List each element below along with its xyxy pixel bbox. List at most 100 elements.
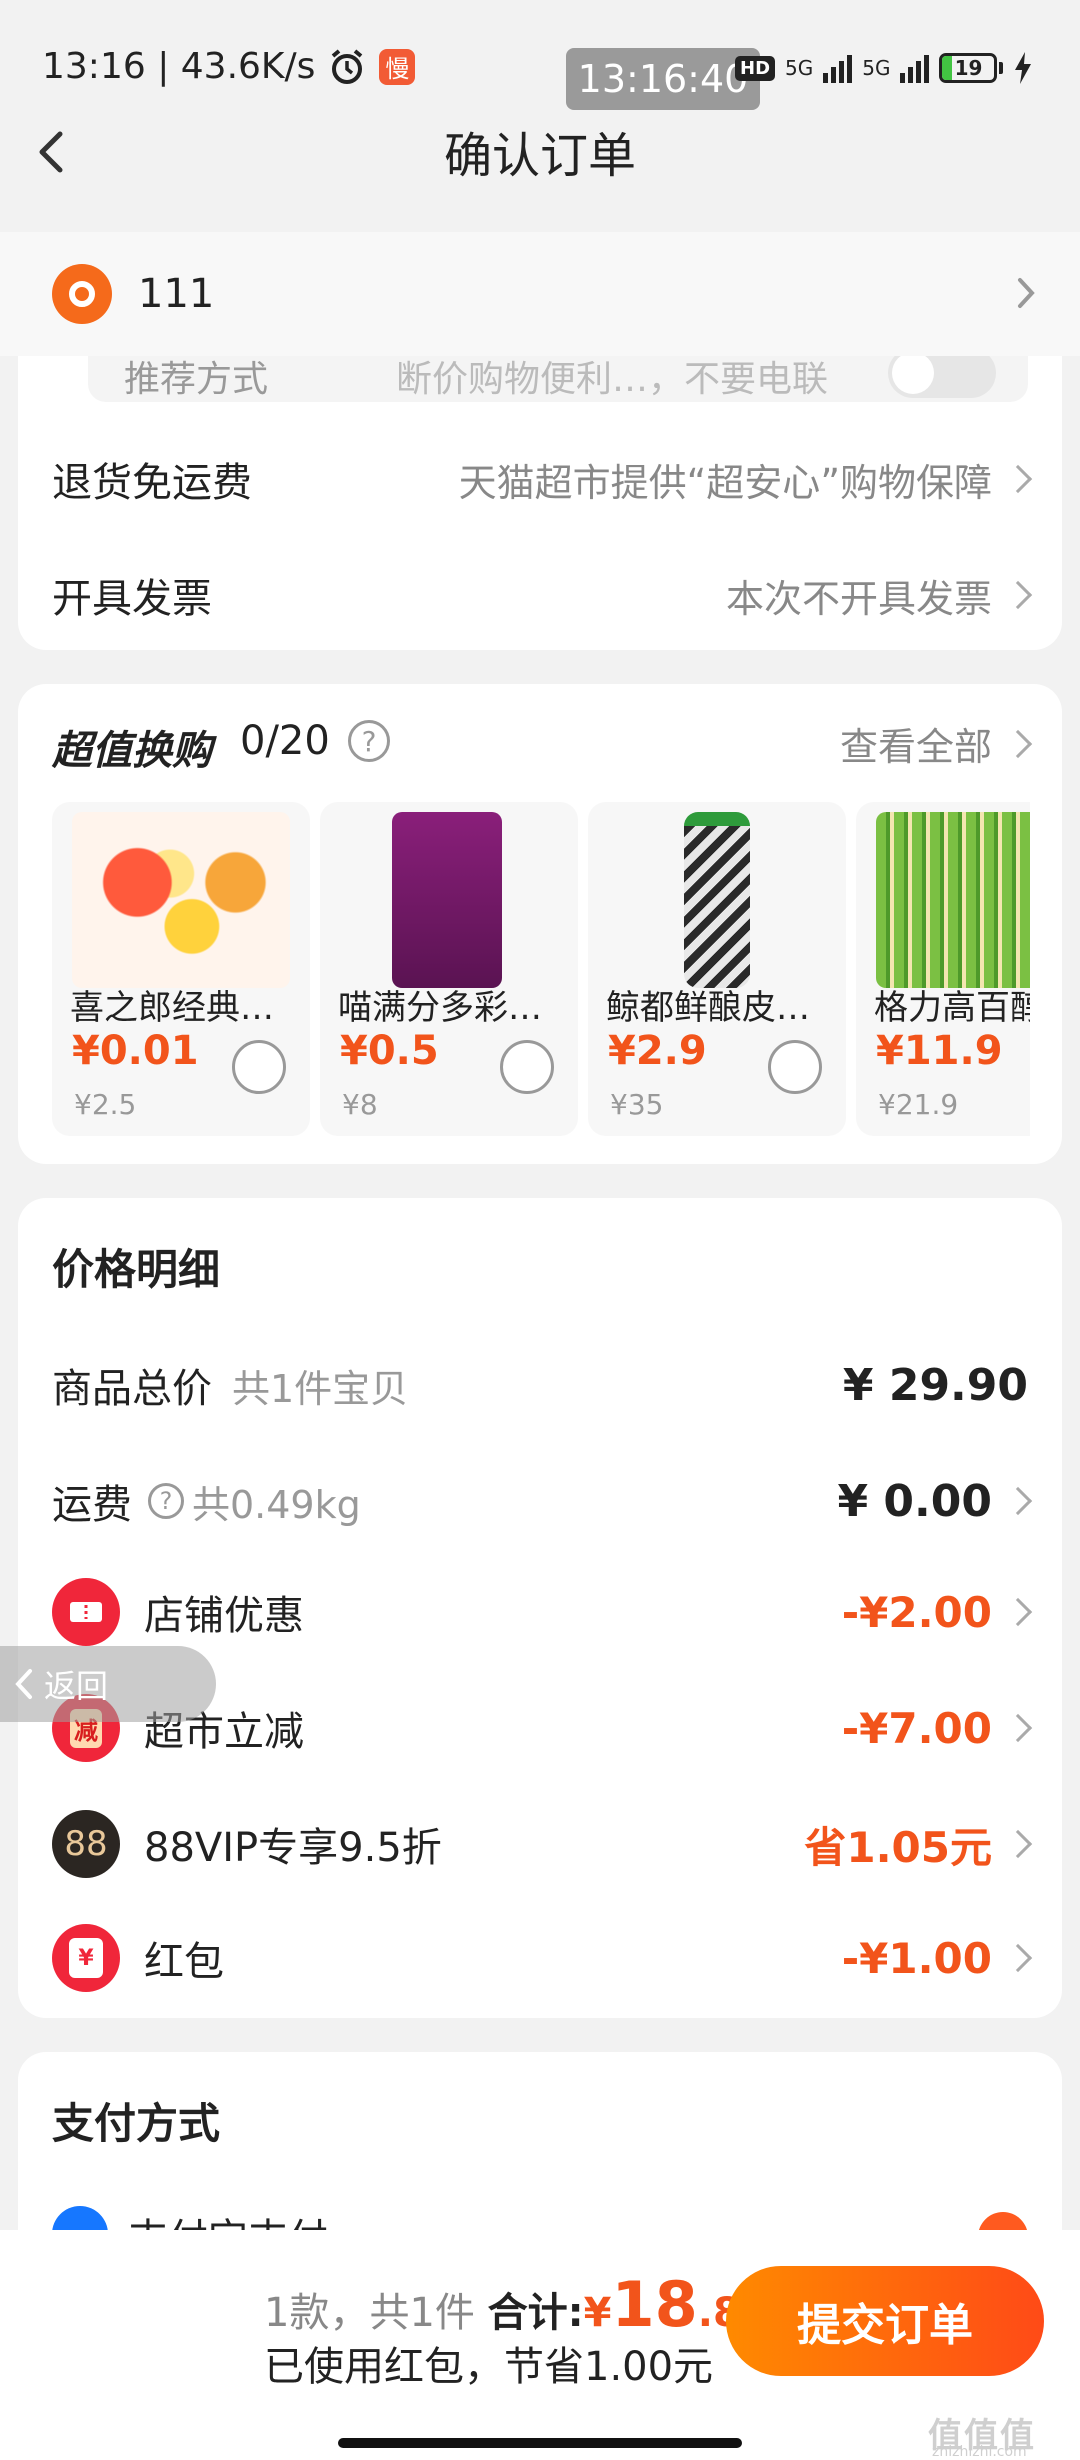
red-packet-value: -¥1.00 [841,1933,992,1983]
alarm-icon [332,48,363,84]
total-amount-int: 18 [611,2268,698,2341]
product-price: ¥0.01 [72,1028,199,1074]
product-price: ¥0.5 [340,1028,439,1074]
address-bar[interactable]: 111 [0,232,1080,356]
floating-back-label: 返回 [44,1667,109,1705]
red-packet-icon: ¥ [52,1924,120,1992]
goods-total-row: 商品总价 共1件宝贝 ¥ 29.90 [52,1356,1028,1414]
net-label-2: 5G [862,56,891,80]
super-deal-title: 超值换购 [52,728,212,774]
product-select-radio[interactable] [500,1040,554,1094]
delivery-option-label: 推荐方式 [124,359,269,400]
shipping-label: 运费 [52,1482,132,1528]
product-card[interactable]: 喵满分多彩葡萄干 ¥0.5 ¥8 [320,802,578,1136]
item-count: 1款，共1件 [264,2290,475,2336]
charging-icon [1015,52,1032,84]
signal-icon-2 [900,53,930,83]
product-name: 喵满分多彩葡萄干 [338,988,564,1028]
invoice-label: 开具发票 [52,576,212,622]
chevron-right-icon [1018,278,1035,308]
chevron-right-icon [1003,1713,1033,1743]
net-label-1: 5G [785,56,814,80]
order-summary: 1款，共1件 合计:¥18.85 [264,2268,769,2341]
market-discount-value: -¥7.00 [841,1703,992,1753]
invoice-value: 本次不开具发票 [725,576,992,621]
chevron-right-icon [1003,1943,1033,1973]
view-all-label: 查看全部 [839,725,992,769]
status-right: HD 5G 5G 19 [735,52,1033,84]
shop-discount-value: -¥2.00 [841,1587,992,1637]
product-original-price: ¥35 [610,1088,664,1121]
home-indicator[interactable] [338,2438,742,2448]
product-price: ¥2.9 [608,1028,707,1074]
return-shipping-label: 退货免运费 [52,460,252,506]
product-card[interactable]: 格力高百醇 ¥11.9 ¥21.9 [856,802,1030,1136]
goods-total-value: ¥ 29.90 [842,1359,1028,1411]
invoice-row[interactable]: 开具发票 本次不开具发票 [52,566,1033,624]
chevron-right-icon [1003,464,1033,494]
return-shipping-value: 天猫超市提供“超安心”购物保障 [458,460,992,505]
product-select-radio[interactable] [232,1040,286,1094]
shipping-weight: 共0.49kg [192,1482,361,1527]
chevron-right-icon [1003,729,1033,758]
super-deal-count: 0/20 [240,718,330,764]
product-name: 喜之郎经典果冻 [70,988,296,1028]
chevron-right-icon [1003,580,1033,610]
price-detail-title: 价格明细 [52,1245,221,1294]
page-title: 确认订单 [443,128,636,184]
signal-icon [823,53,853,83]
saving-note: 已使用红包，节省1.00元 [264,2344,714,2390]
address-text: 111 [138,271,215,317]
help-icon[interactable]: ? [348,720,390,762]
ticket-icon [52,1578,120,1646]
shipping-value: ¥ 0.00 [837,1475,993,1527]
product-carousel[interactable]: 喜之郎经典果冻 ¥0.01 ¥2.5 喵满分多彩葡萄干 ¥0.5 ¥8 鲸都鲜酿… [0,780,1030,1160]
view-all-link[interactable]: 查看全部 [839,716,1033,771]
total-label: 合计: [487,2290,584,2336]
vip-discount-row[interactable]: 88 88VIP专享9.5折 省1.05元 [52,1810,1033,1878]
bottom-bar: 1款，共1件 合计:¥18.85 已使用红包，节省1.00元 提交订单 值值值 … [0,2230,1080,2460]
chevron-right-icon [1003,1829,1033,1859]
time-pill: 13:16:40 [566,48,760,110]
chevron-left-icon [15,1669,32,1699]
submit-order-button[interactable]: 提交订单 [726,2266,1044,2376]
vip88-icon: 88 [52,1810,120,1878]
shop-discount-label: 店铺优惠 [144,1593,304,1639]
product-select-radio[interactable] [768,1040,822,1094]
product-image-raisin [392,812,502,988]
product-original-price: ¥2.5 [74,1088,137,1121]
status-left: 13:16 | 43.6K/s 慢 [42,46,416,87]
product-image-pretz [876,812,1030,988]
shop-discount-row[interactable]: 店铺优惠 -¥2.00 [52,1578,1033,1646]
status-time-speed: 13:16 | 43.6K/s [42,46,316,87]
product-price: ¥11.9 [876,1028,1003,1074]
total-currency: ¥ [583,2290,612,2336]
return-shipping-row[interactable]: 退货免运费 天猫超市提供“超安心”购物保障 [52,450,1033,508]
product-original-price: ¥21.9 [878,1088,959,1121]
chevron-right-icon [1003,1486,1033,1516]
product-name: 鲸都鲜酿皮尔森 [606,988,832,1028]
product-original-price: ¥8 [342,1088,378,1121]
help-icon[interactable]: ? [148,1483,184,1519]
hd-badge: HD [735,55,776,81]
status-bar: 13:16 | 43.6K/s 慢 13:16:40 HD 5G 5G 19 [0,0,1080,130]
product-card[interactable]: 喜之郎经典果冻 ¥0.01 ¥2.5 [52,802,310,1136]
red-packet-label: 红包 [144,1939,224,1985]
product-image-beer-can [684,812,750,988]
red-packet-row[interactable]: ¥ 红包 -¥1.00 [52,1924,1033,1992]
product-image-jelly [72,812,290,988]
goods-total-sub: 共1件宝贝 [232,1366,409,1411]
chevron-right-icon [1003,1597,1033,1627]
slow-badge: 慢 [379,48,416,85]
battery-level: 19 [954,56,983,80]
payment-title: 支付方式 [52,2099,221,2148]
vip-discount-label: 88VIP专享9.5折 [144,1825,442,1871]
shipping-row[interactable]: 运费 ? 共0.49kg ¥ 0.00 [52,1472,1033,1530]
delivery-option-note: 断价购物便利…，不要电联 [396,359,829,400]
battery-icon: 19 [939,53,1004,83]
floating-back-button[interactable]: 返回 [0,1646,216,1722]
product-name: 格力高百醇 [874,988,1030,1028]
location-pin-icon [52,264,112,324]
watermark-url: zhizhizhi.com [932,2444,1027,2460]
product-card[interactable]: 鲸都鲜酿皮尔森 ¥2.9 ¥35 [588,802,846,1136]
